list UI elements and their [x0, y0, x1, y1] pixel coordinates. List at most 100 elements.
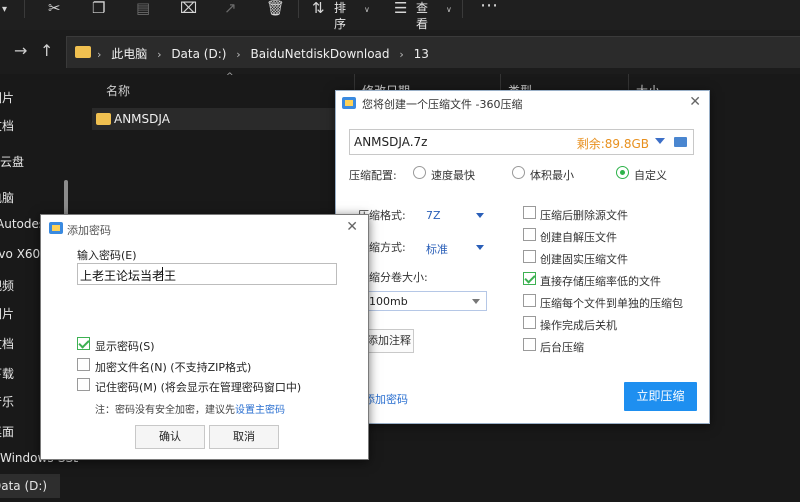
- radio-smallest-label: 体积最小: [530, 169, 574, 182]
- option-sfx-checkbox[interactable]: [523, 228, 536, 241]
- toolbar-divider: [24, 0, 25, 18]
- option-delete-source-label: 压缩后删除源文件: [540, 209, 628, 222]
- option-separate-archives-checkbox[interactable]: [523, 294, 536, 307]
- close-icon[interactable]: ✕: [689, 94, 701, 110]
- chevron-down-icon: ∨: [364, 5, 370, 14]
- chevron-right-icon: ›: [97, 48, 102, 61]
- chevron-right-icon: ›: [236, 48, 241, 61]
- radio-smallest[interactable]: [512, 166, 525, 179]
- sort-label: 排序: [334, 1, 347, 31]
- paste-icon[interactable]: ▤: [136, 0, 150, 16]
- sidebar-item-documents[interactable]: 文档: [0, 114, 78, 134]
- option-store-low-ratio-label: 直接存储压缩率低的文件: [540, 275, 661, 288]
- sort-up-icon: ^: [226, 72, 234, 82]
- close-icon[interactable]: ✕: [346, 219, 358, 235]
- dialog-titlebar[interactable]: 您将创建一个压缩文件 -360压缩 ✕: [336, 91, 709, 115]
- option-shutdown-label: 操作完成后关机: [540, 319, 617, 332]
- dialog-title: 添加密码: [67, 224, 111, 237]
- archive-path-input[interactable]: ANMSDJA.7z 剩余:89.8GB: [349, 129, 694, 155]
- chevron-down-icon: ∨: [446, 5, 452, 14]
- method-value[interactable]: 标准: [426, 241, 448, 257]
- column-header-name[interactable]: 名称: [106, 82, 130, 99]
- show-password-label: 显示密码(S): [95, 340, 155, 353]
- new-caret-icon[interactable]: ▾: [2, 2, 7, 18]
- radio-custom[interactable]: [616, 166, 629, 179]
- radio-fastest-label: 速度最快: [431, 169, 475, 182]
- rename-icon[interactable]: ⌧: [180, 0, 197, 16]
- toolbar-divider: [298, 0, 299, 18]
- compress-now-button[interactable]: 立即压缩: [624, 382, 697, 411]
- text-caret: [162, 267, 163, 281]
- option-background-checkbox[interactable]: [523, 338, 536, 351]
- breadcrumb-item-folder[interactable]: BaiduNetdiskDownload: [251, 47, 390, 61]
- cut-icon[interactable]: ✂: [48, 0, 61, 16]
- toolbar-divider: [462, 0, 463, 18]
- folder-icon[interactable]: [674, 137, 687, 147]
- forward-icon[interactable]: →: [14, 42, 27, 60]
- remember-password-label: 记住密码(M) (将会显示在管理密码窗口中): [95, 381, 302, 394]
- folder-icon: [96, 113, 111, 125]
- confirm-button[interactable]: 确认: [135, 425, 205, 449]
- archive-app-icon: [342, 97, 356, 109]
- file-name: ANMSDJA: [114, 112, 170, 126]
- split-size-select[interactable]: 100mb: [364, 291, 487, 311]
- share-icon[interactable]: ↗: [224, 0, 237, 16]
- option-sfx-label: 创建自解压文件: [540, 231, 617, 244]
- add-password-dialog: 添加密码 ✕ 输入密码(E) 上老王论坛当老王 显示密码(S) 加密文件名(N)…: [40, 214, 369, 460]
- show-password-checkbox[interactable]: [77, 337, 90, 350]
- dialog-title: 您将创建一个压缩文件 -360压缩: [362, 98, 523, 111]
- add-password-link[interactable]: 添加密码: [364, 391, 408, 407]
- chevron-down-icon[interactable]: [476, 245, 484, 250]
- chevron-down-icon[interactable]: [655, 138, 665, 144]
- navigation-bar: → ↑ › 此电脑 › Data (D:) › BaiduNetdiskDown…: [0, 30, 800, 74]
- view-icon: ☰: [394, 0, 408, 17]
- security-note: 注：密码没有安全加密，建议先设置主密码: [95, 405, 285, 416]
- sort-icon: ⇅: [312, 0, 325, 17]
- up-arrow-icon[interactable]: ↑: [40, 42, 53, 60]
- sidebar-item-cloud[interactable]: 云云盘: [0, 150, 78, 170]
- encrypt-filenames-checkbox[interactable]: [77, 358, 90, 371]
- add-comment-button[interactable]: 添加注释: [364, 329, 414, 353]
- breadcrumb-item-drive[interactable]: Data (D:): [171, 47, 226, 61]
- file-row[interactable]: ANMSDJA: [92, 108, 344, 130]
- breadcrumb-item-current[interactable]: 13: [414, 47, 429, 61]
- option-solid-checkbox[interactable]: [523, 250, 536, 263]
- encrypt-filenames-label: 加密文件名(N) (不支持ZIP格式): [95, 361, 252, 374]
- chevron-right-icon: ›: [157, 48, 162, 61]
- radio-fastest[interactable]: [413, 166, 426, 179]
- option-background-label: 后台压缩: [540, 341, 584, 354]
- sidebar-item-data-drive[interactable]: Data (D:): [0, 474, 60, 498]
- view-label: 查看: [416, 1, 429, 31]
- radio-custom-label: 自定义: [634, 169, 667, 182]
- remember-password-checkbox[interactable]: [77, 378, 90, 391]
- option-solid-label: 创建固实压缩文件: [540, 253, 628, 266]
- chevron-down-icon[interactable]: [476, 213, 484, 218]
- explorer-toolbar: ▾ ✂ ❐ ▤ ⌧ ↗ 🗑 ⇅ 排序 ∨ ☰ 查看 ∨ ⋯: [0, 0, 800, 31]
- split-size-value: 100mb: [369, 295, 408, 308]
- archive-filename: ANMSDJA.7z: [354, 135, 428, 149]
- sidebar-item-pictures[interactable]: 图片: [0, 86, 78, 106]
- more-icon[interactable]: ⋯: [480, 0, 498, 15]
- format-value[interactable]: 7Z: [426, 209, 441, 222]
- option-shutdown-checkbox[interactable]: [523, 316, 536, 329]
- option-separate-archives-label: 压缩每个文件到单独的压缩包: [540, 297, 683, 310]
- config-label: 压缩配置:: [349, 169, 397, 182]
- chevron-right-icon: ›: [399, 48, 404, 61]
- cancel-button[interactable]: 取消: [209, 425, 279, 449]
- address-bar[interactable]: › 此电脑 › Data (D:) › BaiduNetdiskDownload…: [66, 36, 800, 68]
- folder-icon: [75, 46, 91, 58]
- dialog-titlebar[interactable]: 添加密码 ✕: [41, 215, 368, 241]
- breadcrumb: › 此电脑 › Data (D:) › BaiduNetdiskDownload…: [97, 45, 435, 62]
- free-space-label: 剩余:89.8GB: [576, 137, 649, 151]
- password-input-label: 输入密码(E): [77, 249, 137, 262]
- compress-dialog: 您将创建一个压缩文件 -360压缩 ✕ ANMSDJA.7z 剩余:89.8GB…: [335, 90, 710, 424]
- chevron-down-icon: [472, 299, 480, 304]
- delete-icon[interactable]: 🗑: [266, 0, 285, 16]
- copy-icon[interactable]: ❐: [92, 0, 105, 16]
- archive-app-icon: [49, 222, 63, 234]
- breadcrumb-item-this-pc[interactable]: 此电脑: [111, 47, 147, 61]
- option-store-low-ratio-checkbox[interactable]: [523, 272, 536, 285]
- option-delete-source-checkbox[interactable]: [523, 206, 536, 219]
- password-input[interactable]: 上老王论坛当老王: [77, 263, 337, 285]
- set-master-password-link[interactable]: 设置主密码: [235, 405, 285, 416]
